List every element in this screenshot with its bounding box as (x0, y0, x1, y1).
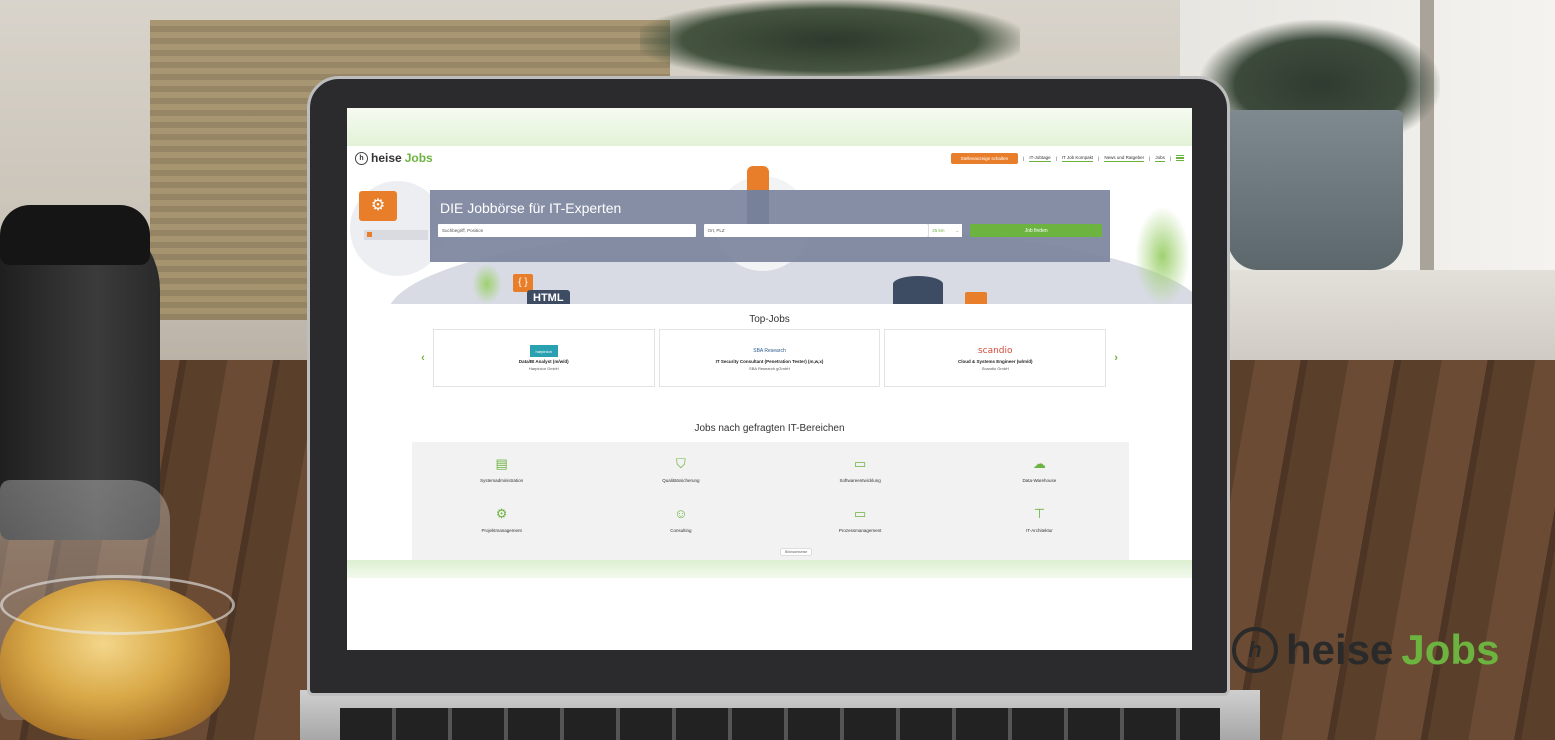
search-row: Suchbegriff, Position Ort, PLZ 25 km ⌄ J… (438, 224, 1102, 237)
heise-logo-icon: h (355, 151, 368, 165)
area-label: Prozessmanagement (838, 528, 882, 533)
location-input[interactable]: Ort, PLZ (703, 224, 929, 237)
hamburger-menu-icon[interactable] (1176, 155, 1184, 161)
carousel-prev-icon[interactable]: ‹ (417, 352, 429, 364)
top-navigation: Stellenanzeige schalten | IT-Jobtage | I… (950, 152, 1184, 164)
site-header: h heise Jobs Stellenanzeige schalten | I… (347, 146, 1192, 170)
area-tile[interactable]: ▤ Systemadministration (412, 456, 591, 506)
decorative-input-mark (367, 232, 372, 237)
site-logo[interactable]: h heise Jobs (355, 151, 433, 165)
tea-cup-rim (0, 575, 235, 635)
job-card[interactable]: SBA Research IT Security Consultant (Pen… (658, 329, 881, 387)
brand-jobs: Jobs (1401, 626, 1500, 673)
code-window-icon: ▭ (853, 456, 867, 471)
radius-select[interactable]: 25 km ⌄ (928, 224, 963, 237)
job-title: IT Security Consultant (Penetration Test… (715, 359, 824, 364)
leaf-illustration-right (1135, 206, 1190, 304)
plant-pot-right (1228, 110, 1403, 270)
database-illustration (893, 276, 943, 304)
company-logo: scandio (977, 346, 1013, 356)
hierarchy-icon: ⊤ (1033, 506, 1046, 521)
area-label: Qualitätssicherung (662, 478, 700, 483)
topjobs-carousel: ‹ harpinion Data/BI Analyst (m/w/d) Harp… (417, 329, 1122, 387)
nav-separator: | (1098, 155, 1100, 161)
nav-separator: | (1149, 155, 1151, 161)
job-company: Scandio GmbH (981, 366, 1009, 371)
carousel-next-icon[interactable]: › (1110, 352, 1122, 364)
chevron-down-icon: ⌄ (955, 227, 960, 233)
hero-title: DIE Jobbörse für IT-Experten (440, 200, 622, 216)
leaf-illustration-left (472, 264, 502, 304)
company-logo: SBA Research (753, 348, 786, 354)
gears-icon: ⚙ (495, 506, 508, 521)
job-card[interactable]: harpinion Data/BI Analyst (m/w/d) Harpin… (432, 329, 655, 387)
nav-separator: | (1055, 155, 1057, 161)
area-tile[interactable]: ☺ Consulting (591, 506, 770, 556)
company-logo: harpinion (529, 345, 558, 357)
brand-word: heise (1286, 626, 1394, 673)
nav-separator: | (1023, 155, 1025, 161)
decorative-input (364, 230, 428, 240)
screen-glow-top (347, 108, 1192, 146)
job-company: Harpinion GmbH (528, 366, 559, 371)
job-search-panel: DIE Jobbörse für IT-Experten Suchbegriff… (430, 190, 1110, 262)
checkmark-illustration (965, 292, 987, 304)
post-job-button[interactable]: Stellenanzeige schalten (950, 152, 1019, 164)
hero-banner: ⚙ { } HTML DIE Jobbörse für IT-Experten … (347, 166, 1192, 304)
html-badge: HTML (527, 290, 570, 304)
area-label: Data-Warehouse (1022, 478, 1057, 483)
nav-link-it-jobtage[interactable]: IT-Jobtage (1029, 155, 1051, 162)
radius-value: 25 km (932, 228, 945, 233)
keyword-input[interactable]: Suchbegriff, Position (438, 224, 696, 237)
areas-title: Jobs nach gefragten IT-Bereichen (694, 423, 845, 434)
plant-center (640, 0, 1020, 80)
nav-separator: | (1169, 155, 1171, 161)
image-credits-button[interactable]: Bildnachweise (780, 548, 813, 556)
search-button[interactable]: Job finden (970, 224, 1102, 237)
area-tile[interactable]: ▭ Softwareentwicklung (771, 456, 950, 506)
people-icon: ☺ (674, 506, 688, 521)
jobs-webpage: ⚙ { } HTML DIE Jobbörse für IT-Experten … (347, 146, 1192, 560)
heise-logo-icon: h (1232, 627, 1278, 673)
area-tile[interactable]: ☁ Data-Warehouse (950, 456, 1129, 506)
job-card[interactable]: scandio Cloud & Systems Engineer (w/m/d)… (884, 329, 1107, 387)
topjobs-title: Top-Jobs (749, 314, 790, 325)
nav-link-it-job-kompakt[interactable]: IT Job Kompakt (1061, 155, 1094, 162)
shield-check-icon: ⛉ (675, 456, 686, 471)
area-label: Projektmanagement (481, 528, 522, 533)
it-areas-grid: ▤ Systemadministration ⛉ Qualitätssicher… (412, 442, 1129, 560)
area-label: Softwareentwicklung (839, 478, 881, 483)
area-tile[interactable]: ⊤ IT-Architektur (950, 506, 1129, 556)
tea-kettle-lid (0, 205, 150, 265)
job-title: Cloud & Systems Engineer (w/m/d) (957, 359, 1033, 364)
area-label: Consulting (670, 528, 692, 533)
job-company: SBA Research gGmbH (749, 366, 790, 371)
screen-glow-bottom (347, 560, 1192, 578)
area-tile[interactable]: ⚙ Projektmanagement (412, 506, 591, 556)
process-icon: ▭ (853, 506, 867, 521)
nav-link-news[interactable]: News und Ratgeber (1104, 155, 1145, 162)
area-label: IT-Architektur (1025, 528, 1053, 533)
cloud-icon: ☁ (1032, 456, 1046, 471)
job-title: Data/BI Analyst (m/w/d) (518, 359, 569, 364)
logo-jobs: Jobs (404, 151, 433, 165)
gear-icon: ⚙ (359, 191, 397, 221)
area-label: Systemadministration (480, 478, 524, 483)
laptop-keyboard (340, 708, 1220, 740)
nav-link-jobs[interactable]: Jobs (1155, 155, 1165, 162)
brand-overlay-logo: h heise Jobs (1232, 626, 1499, 674)
area-tile[interactable]: ⛉ Qualitätssicherung (591, 456, 770, 506)
server-icon: ▤ (495, 456, 508, 471)
laptop-screen: ⚙ { } HTML DIE Jobbörse für IT-Experten … (347, 108, 1192, 650)
logo-word: heise (371, 151, 402, 165)
